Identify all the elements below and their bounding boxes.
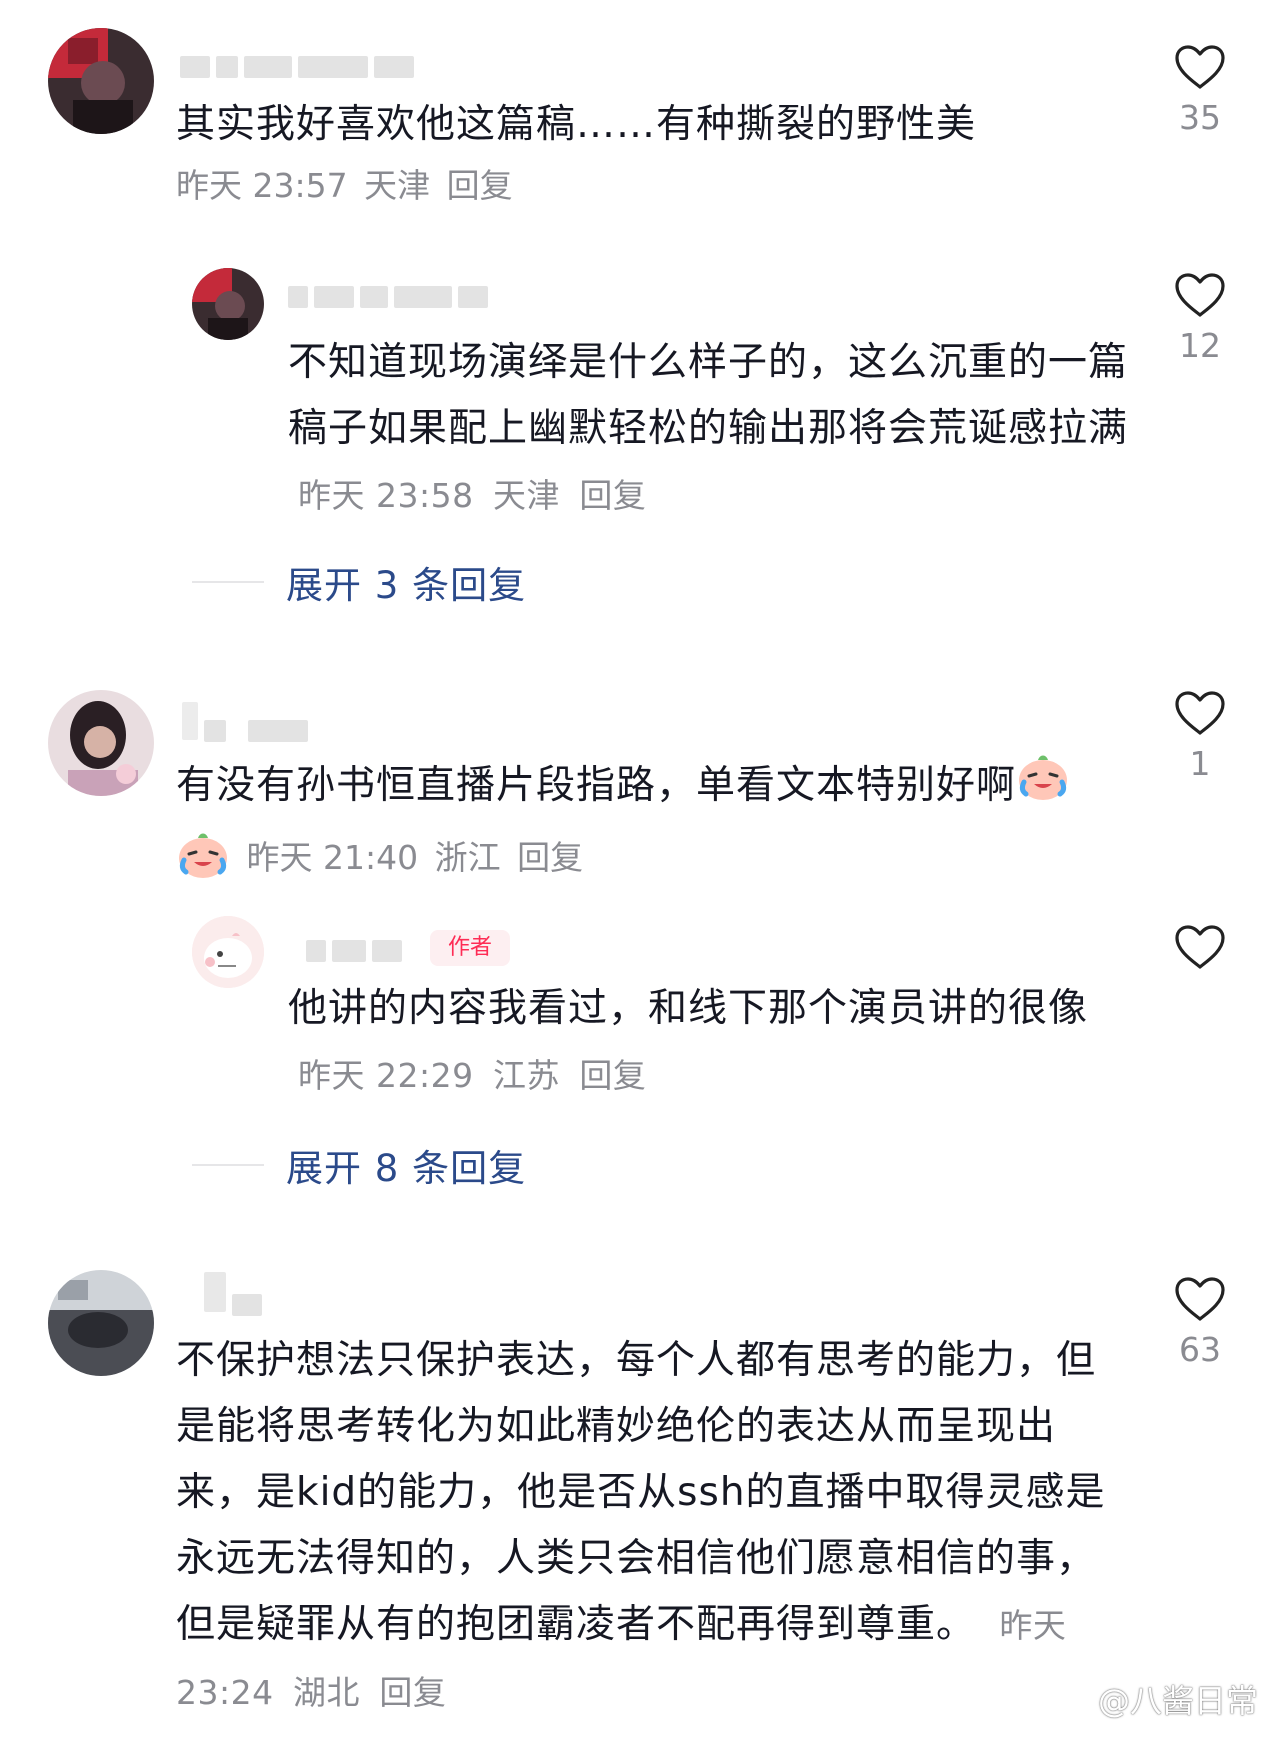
divider-line [192,581,264,583]
watermark: @八酱日常 [1052,1676,1258,1722]
reply-text-body: 不知道现场演绎是什么样子的，这么沉重的一篇稿子如果配上幽默轻松的输出那将会荒诞感… [288,340,1129,451]
like-count: 1 [1189,744,1211,783]
expand-replies-label[interactable]: 展开 3 条回复 [286,555,526,609]
divider-line [192,1164,264,1166]
reply-button[interactable]: 回复 [447,166,513,205]
reply-text-body: 他讲的内容我看过，和线下那个演员讲的很像 [288,986,1089,1031]
heart-outline-icon [1175,45,1225,89]
commenter-avatar[interactable] [48,1270,154,1376]
commenter-name-blurred[interactable] [182,702,314,742]
like-count: 63 [1179,1330,1221,1369]
commenter-avatar[interactable] [48,690,154,796]
like-button[interactable]: 1 [1160,690,1240,784]
reply-location: 江苏 [493,1056,560,1095]
heart-outline-icon [1175,691,1225,735]
expand-replies[interactable]: 展开 3 条回复 [192,555,526,609]
reply-name-blurred[interactable] [288,286,494,312]
comment-text-body: 有没有孙书恒直播片段指路，单看文本特别好啊 [176,763,1017,808]
weibo-logo-icon [1052,1687,1090,1715]
reply-time: 昨天 22:29 [298,1056,474,1095]
comment-text-body: 不保护想法只保护表达，每个人都有思考的能力，但是能将思考转化为如此精妙绝伦的表达… [176,1338,1106,1647]
comment-text: 不保护想法只保护表达，每个人都有思考的能力，但是能将思考转化为如此精妙绝伦的表达… [176,1328,1116,1726]
comment-location: 湖北 [293,1673,361,1712]
like-button[interactable]: 63 [1160,1276,1240,1370]
reply-name-blurred[interactable] [306,940,408,966]
crying-laughing-emoji [1016,752,1070,823]
comment-text: 其实我好喜欢他这篇稿……有种撕裂的野性美 [176,102,977,147]
like-button[interactable]: 35 [1160,44,1240,138]
comment-location: 天津 [364,166,431,205]
reply-location: 天津 [493,476,560,515]
like-button[interactable] [1160,924,1240,978]
heart-outline-icon [1175,273,1225,317]
reply-avatar[interactable] [192,916,264,988]
like-button[interactable]: 12 [1160,272,1240,366]
reply-button[interactable]: 回复 [379,1673,446,1712]
expand-replies-label[interactable]: 展开 8 条回复 [286,1138,526,1192]
commenter-name-blurred[interactable] [204,1272,268,1316]
like-count: 12 [1179,326,1221,365]
commenter-name-blurred[interactable] [180,56,420,82]
expand-replies[interactable]: 展开 8 条回复 [192,1138,526,1192]
author-badge: 作者 [430,930,510,966]
comment-location: 浙江 [434,838,501,877]
comment-time: 昨天 21:40 [246,838,419,877]
reply-text: 不知道现场演绎是什么样子的，这么沉重的一篇稿子如果配上幽默轻松的输出那将会荒诞感… [288,330,1128,529]
watermark-text: @八酱日常 [1097,1682,1258,1720]
heart-outline-icon [1175,1277,1225,1321]
comment-meta: 昨天 23:57 天津 回复 [176,166,513,206]
reply-button[interactable]: 回复 [517,838,583,877]
comment-text: 有没有孙书恒直播片段指路，单看文本特别好啊 [176,752,1136,823]
reply-button[interactable]: 回复 [579,1056,646,1095]
reply-button[interactable]: 回复 [579,476,646,515]
like-count: 35 [1179,98,1221,137]
heart-outline-icon [1175,925,1225,969]
commenter-avatar[interactable] [48,28,154,134]
comment-time: 昨天 23:57 [176,166,348,205]
reply-avatar[interactable] [192,268,264,340]
comment-meta: 昨天 21:40 浙江 回复 [176,830,583,889]
reply-time: 昨天 23:58 [298,476,474,515]
crying-laughing-emoji [176,830,230,889]
reply-text: 他讲的内容我看过，和线下那个演员讲的很像 昨天 22:29 江苏 回复 [288,976,1088,1109]
